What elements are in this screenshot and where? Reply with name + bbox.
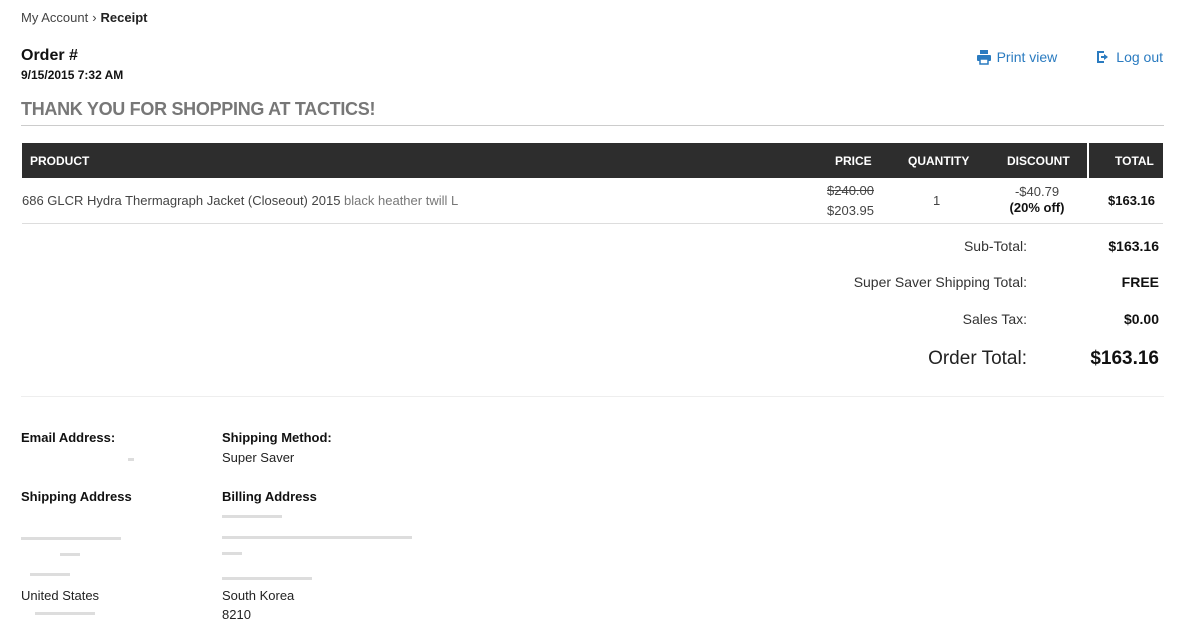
log-out-label: Log out bbox=[1116, 49, 1163, 65]
print-view-label: Print view bbox=[996, 49, 1058, 65]
redacted-text bbox=[222, 536, 412, 539]
discount-percent: (20% off) bbox=[1009, 200, 1065, 215]
log-out-link[interactable]: Log out bbox=[1095, 49, 1163, 65]
discount-amount: -$40.79 bbox=[1014, 184, 1060, 199]
redacted-text bbox=[21, 537, 121, 540]
quantity: 1 bbox=[933, 193, 941, 208]
billing-country: South Korea bbox=[222, 588, 295, 603]
shipping-method-label: Shipping Method: bbox=[222, 430, 332, 445]
header-price: PRICE bbox=[835, 154, 872, 168]
line-total: $163.16 bbox=[1108, 193, 1155, 208]
product-cell: 686 GLCR Hydra Thermagraph Jacket (Close… bbox=[22, 193, 458, 208]
header-quantity: QUANTITY bbox=[908, 154, 970, 168]
discount-cell: -$40.79 (20% off) bbox=[997, 184, 1077, 216]
breadcrumb-receipt: Receipt bbox=[100, 10, 148, 25]
table-header: PRODUCT PRICE QUANTITY DISCOUNT TOTAL bbox=[22, 143, 1163, 178]
divider bbox=[21, 125, 1164, 126]
divider bbox=[21, 396, 1164, 397]
table-row: 686 GLCR Hydra Thermagraph Jacket (Close… bbox=[22, 179, 1163, 224]
header-total: TOTAL bbox=[1115, 154, 1154, 168]
tax-value: $0.00 bbox=[1123, 311, 1159, 327]
top-links: Print view Log out bbox=[976, 49, 1163, 65]
tax-label: Sales Tax: bbox=[962, 311, 1027, 327]
redacted-text bbox=[222, 515, 282, 518]
shipping-method-value: Super Saver bbox=[222, 450, 295, 465]
breadcrumb-my-account[interactable]: My Account bbox=[21, 10, 88, 25]
header-divider bbox=[1087, 143, 1089, 178]
redacted-text bbox=[35, 612, 95, 615]
header-product: PRODUCT bbox=[30, 154, 90, 168]
shipping-label: Super Saver Shipping Total: bbox=[853, 274, 1027, 290]
breadcrumb: My Account › Receipt bbox=[21, 10, 148, 25]
order-total-label: Order Total: bbox=[928, 348, 1027, 369]
product-variant: black heather twill L bbox=[344, 193, 459, 208]
redacted-text bbox=[128, 458, 134, 461]
shipping-value: FREE bbox=[1121, 274, 1159, 290]
email-label: Email Address: bbox=[21, 430, 116, 445]
redacted-text bbox=[60, 553, 80, 556]
header-discount: DISCOUNT bbox=[1007, 154, 1070, 168]
original-price: $240.00 bbox=[827, 183, 874, 198]
printer-icon bbox=[976, 50, 991, 65]
breadcrumb-separator: › bbox=[92, 10, 97, 25]
product-name[interactable]: 686 GLCR Hydra Thermagraph Jacket (Close… bbox=[22, 193, 340, 208]
shipping-address-label: Shipping Address bbox=[21, 489, 132, 504]
order-date: 9/15/2015 7:32 AM bbox=[21, 68, 124, 82]
redacted-text bbox=[222, 577, 312, 580]
redacted-text bbox=[30, 573, 70, 576]
sale-price: $203.95 bbox=[827, 203, 874, 218]
shipping-country: United States bbox=[21, 588, 100, 603]
print-view-link[interactable]: Print view bbox=[976, 49, 1058, 65]
order-title: Order # bbox=[21, 47, 78, 64]
subtotal-value: $163.16 bbox=[1108, 238, 1159, 254]
thank-you-heading: THANK YOU FOR SHOPPING AT TACTICS! bbox=[21, 99, 376, 119]
subtotal-label: Sub-Total: bbox=[963, 238, 1027, 254]
redacted-text bbox=[222, 552, 242, 555]
billing-address-label: Billing Address bbox=[222, 489, 317, 504]
billing-postal: 8210 bbox=[222, 607, 251, 622]
logout-icon bbox=[1097, 51, 1109, 63]
order-total-value: $163.16 bbox=[1090, 348, 1159, 369]
